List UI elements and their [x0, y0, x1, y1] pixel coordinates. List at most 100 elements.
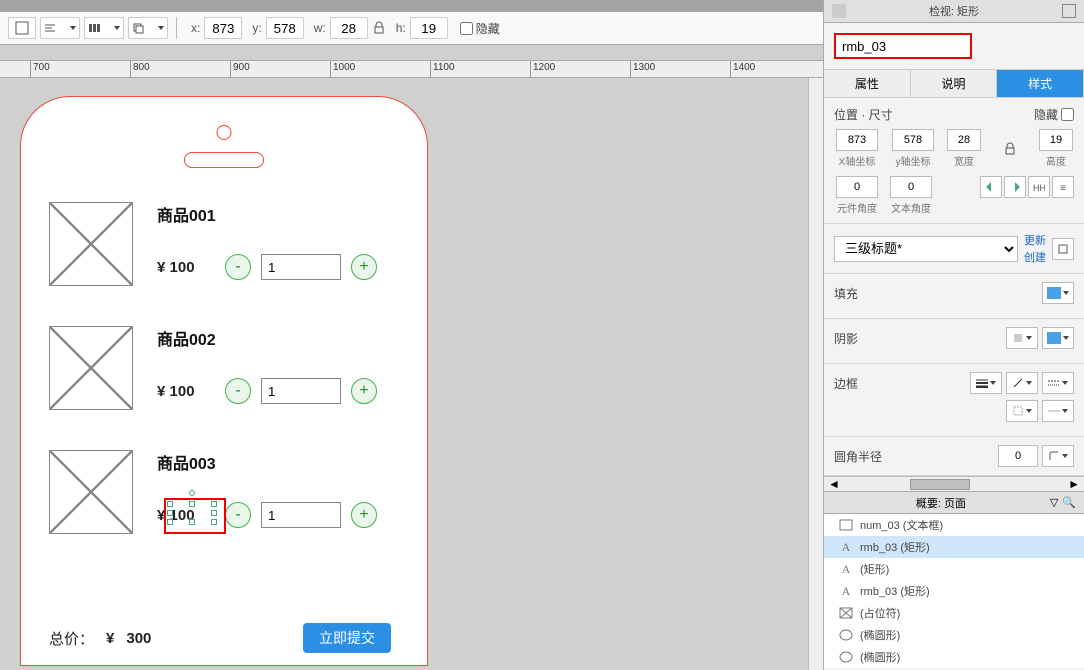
minus-button[interactable]: - [225, 502, 251, 528]
radius-label: 圆角半径 [834, 448, 882, 465]
panel-h-scrollbar[interactable]: ◄► [824, 476, 1084, 491]
plus-button[interactable]: + [351, 254, 377, 280]
element-name-input[interactable] [834, 33, 972, 59]
pos-y[interactable] [892, 129, 934, 151]
outer-shadow[interactable] [1006, 327, 1038, 349]
search-icon[interactable]: 🔍 [1062, 496, 1076, 509]
ruler: 700 800 900 1000 1100 1200 1300 1400 [0, 60, 823, 78]
outline-label: num_03 (文本框) [860, 517, 943, 533]
image-placeholder[interactable] [49, 202, 133, 286]
border-width[interactable] [970, 372, 1002, 394]
phone-frame: 商品001 ¥ 100 - + 商品002 ¥ 100 - [20, 96, 428, 666]
flip-h-icon[interactable] [980, 176, 1002, 198]
group-btn[interactable] [8, 17, 36, 39]
plus-button[interactable]: + [351, 378, 377, 404]
pos-w[interactable] [947, 129, 981, 151]
text-style-select[interactable]: 三级标题* [834, 236, 1018, 262]
total-value: 300 [126, 630, 151, 647]
y-label: y: [252, 21, 261, 35]
elem-angle[interactable] [836, 176, 878, 198]
lock-icon[interactable] [1003, 142, 1017, 156]
outline-item[interactable]: (占位符) [824, 602, 1084, 624]
toolbar: x: y: w: h: 隐藏 [0, 12, 823, 45]
hide-checkbox2[interactable]: 隐藏 [1034, 106, 1074, 123]
outline-label: (椭圆形) [860, 627, 900, 643]
fill-label: 填充 [834, 285, 858, 302]
outline-item[interactable]: A(矩形) [824, 558, 1084, 580]
minus-button[interactable]: - [225, 378, 251, 404]
canvas[interactable]: 商品001 ¥ 100 - + 商品002 ¥ 100 - [0, 78, 823, 670]
outline-item[interactable]: (椭圆形) [824, 624, 1084, 646]
image-placeholder[interactable] [49, 450, 133, 534]
list-item: 商品001 ¥ 100 - + [49, 202, 401, 286]
link-create[interactable]: 创建 [1024, 249, 1046, 265]
w-label: w: [314, 21, 326, 35]
pos-x[interactable] [836, 129, 878, 151]
section-style-select: 三级标题* 更新创建 [824, 224, 1084, 274]
svg-text:HH: HH [1033, 183, 1045, 193]
text-angle[interactable] [890, 176, 932, 198]
minus-button[interactable]: - [225, 254, 251, 280]
align-drop[interactable] [40, 17, 80, 39]
inspector-panel: 检视: 矩形 属性 说明 样式 位置 · 尺寸 隐藏 X轴坐标 y轴坐标 宽度 … [823, 0, 1084, 670]
product-name: 商品003 [157, 450, 401, 474]
outline-item[interactable]: (椭圆形) [824, 646, 1084, 668]
document-icon[interactable] [1062, 4, 1076, 18]
qty-input[interactable] [261, 254, 341, 280]
outline-item[interactable]: Armb_03 (矩形) [824, 580, 1084, 602]
outline-item[interactable]: Armb_03 (矩形) [824, 536, 1084, 558]
plus-button[interactable]: + [351, 502, 377, 528]
ellipse-icon [838, 628, 854, 642]
tab-properties[interactable]: 属性 [824, 70, 911, 97]
product-name: 商品001 [157, 202, 401, 226]
w-input[interactable] [330, 17, 368, 39]
link-update[interactable]: 更新 [1024, 232, 1046, 248]
distribute-drop[interactable] [84, 17, 124, 39]
total-currency: ¥ [106, 630, 114, 647]
tab-notes[interactable]: 说明 [911, 70, 998, 97]
outline-item[interactable]: num_03 (文本框) [824, 514, 1084, 536]
filter-icon[interactable]: ▽ [1050, 496, 1058, 509]
vertical-scrollbar[interactable] [808, 78, 823, 670]
border-style[interactable] [1042, 372, 1074, 394]
y-input[interactable] [266, 17, 304, 39]
image-placeholder[interactable] [49, 326, 133, 410]
svg-text:≡: ≡ [1060, 183, 1066, 193]
placeholder-icon [838, 606, 854, 620]
radius-input[interactable] [998, 445, 1038, 467]
speaker-icon [184, 152, 264, 168]
qty-input[interactable] [261, 502, 341, 528]
hide-checkbox[interactable]: 隐藏 [460, 20, 500, 37]
flip-v2-icon[interactable]: ≡ [1052, 176, 1074, 198]
x-input[interactable] [204, 17, 242, 39]
selection-handles[interactable] [170, 504, 214, 522]
arrow-style[interactable] [1042, 400, 1074, 422]
pos-h[interactable] [1039, 129, 1073, 151]
list-item: 商品002 ¥ 100 - + [49, 326, 401, 410]
submit-button[interactable]: 立即提交 [303, 623, 391, 653]
border-visibility[interactable] [1006, 400, 1038, 422]
qty-input[interactable] [261, 378, 341, 404]
h-label: h: [396, 21, 406, 35]
rect-icon [838, 518, 854, 532]
camera-icon [217, 125, 232, 140]
section-fill: 填充 [824, 274, 1084, 319]
flip-h2-icon[interactable]: HH [1028, 176, 1050, 198]
shadow-label: 阴影 [834, 330, 858, 347]
lock-icon[interactable] [372, 21, 386, 35]
product-price: ¥ 100 [157, 383, 215, 400]
h-input[interactable] [410, 17, 448, 39]
inner-shadow[interactable] [1042, 327, 1074, 349]
outline-label: (占位符) [860, 605, 900, 621]
fill-color[interactable] [1042, 282, 1074, 304]
flip-v-icon[interactable] [1004, 176, 1026, 198]
collapse-icon[interactable] [832, 4, 846, 18]
border-color[interactable] [1006, 372, 1038, 394]
section-border: 边框 [824, 364, 1084, 437]
radius-corner[interactable] [1042, 445, 1074, 467]
border-label: 边框 [834, 375, 858, 392]
style-more-icon[interactable] [1052, 238, 1074, 260]
text-icon: A [838, 584, 854, 598]
tab-style[interactable]: 样式 [997, 70, 1084, 97]
order-drop[interactable] [128, 17, 168, 39]
